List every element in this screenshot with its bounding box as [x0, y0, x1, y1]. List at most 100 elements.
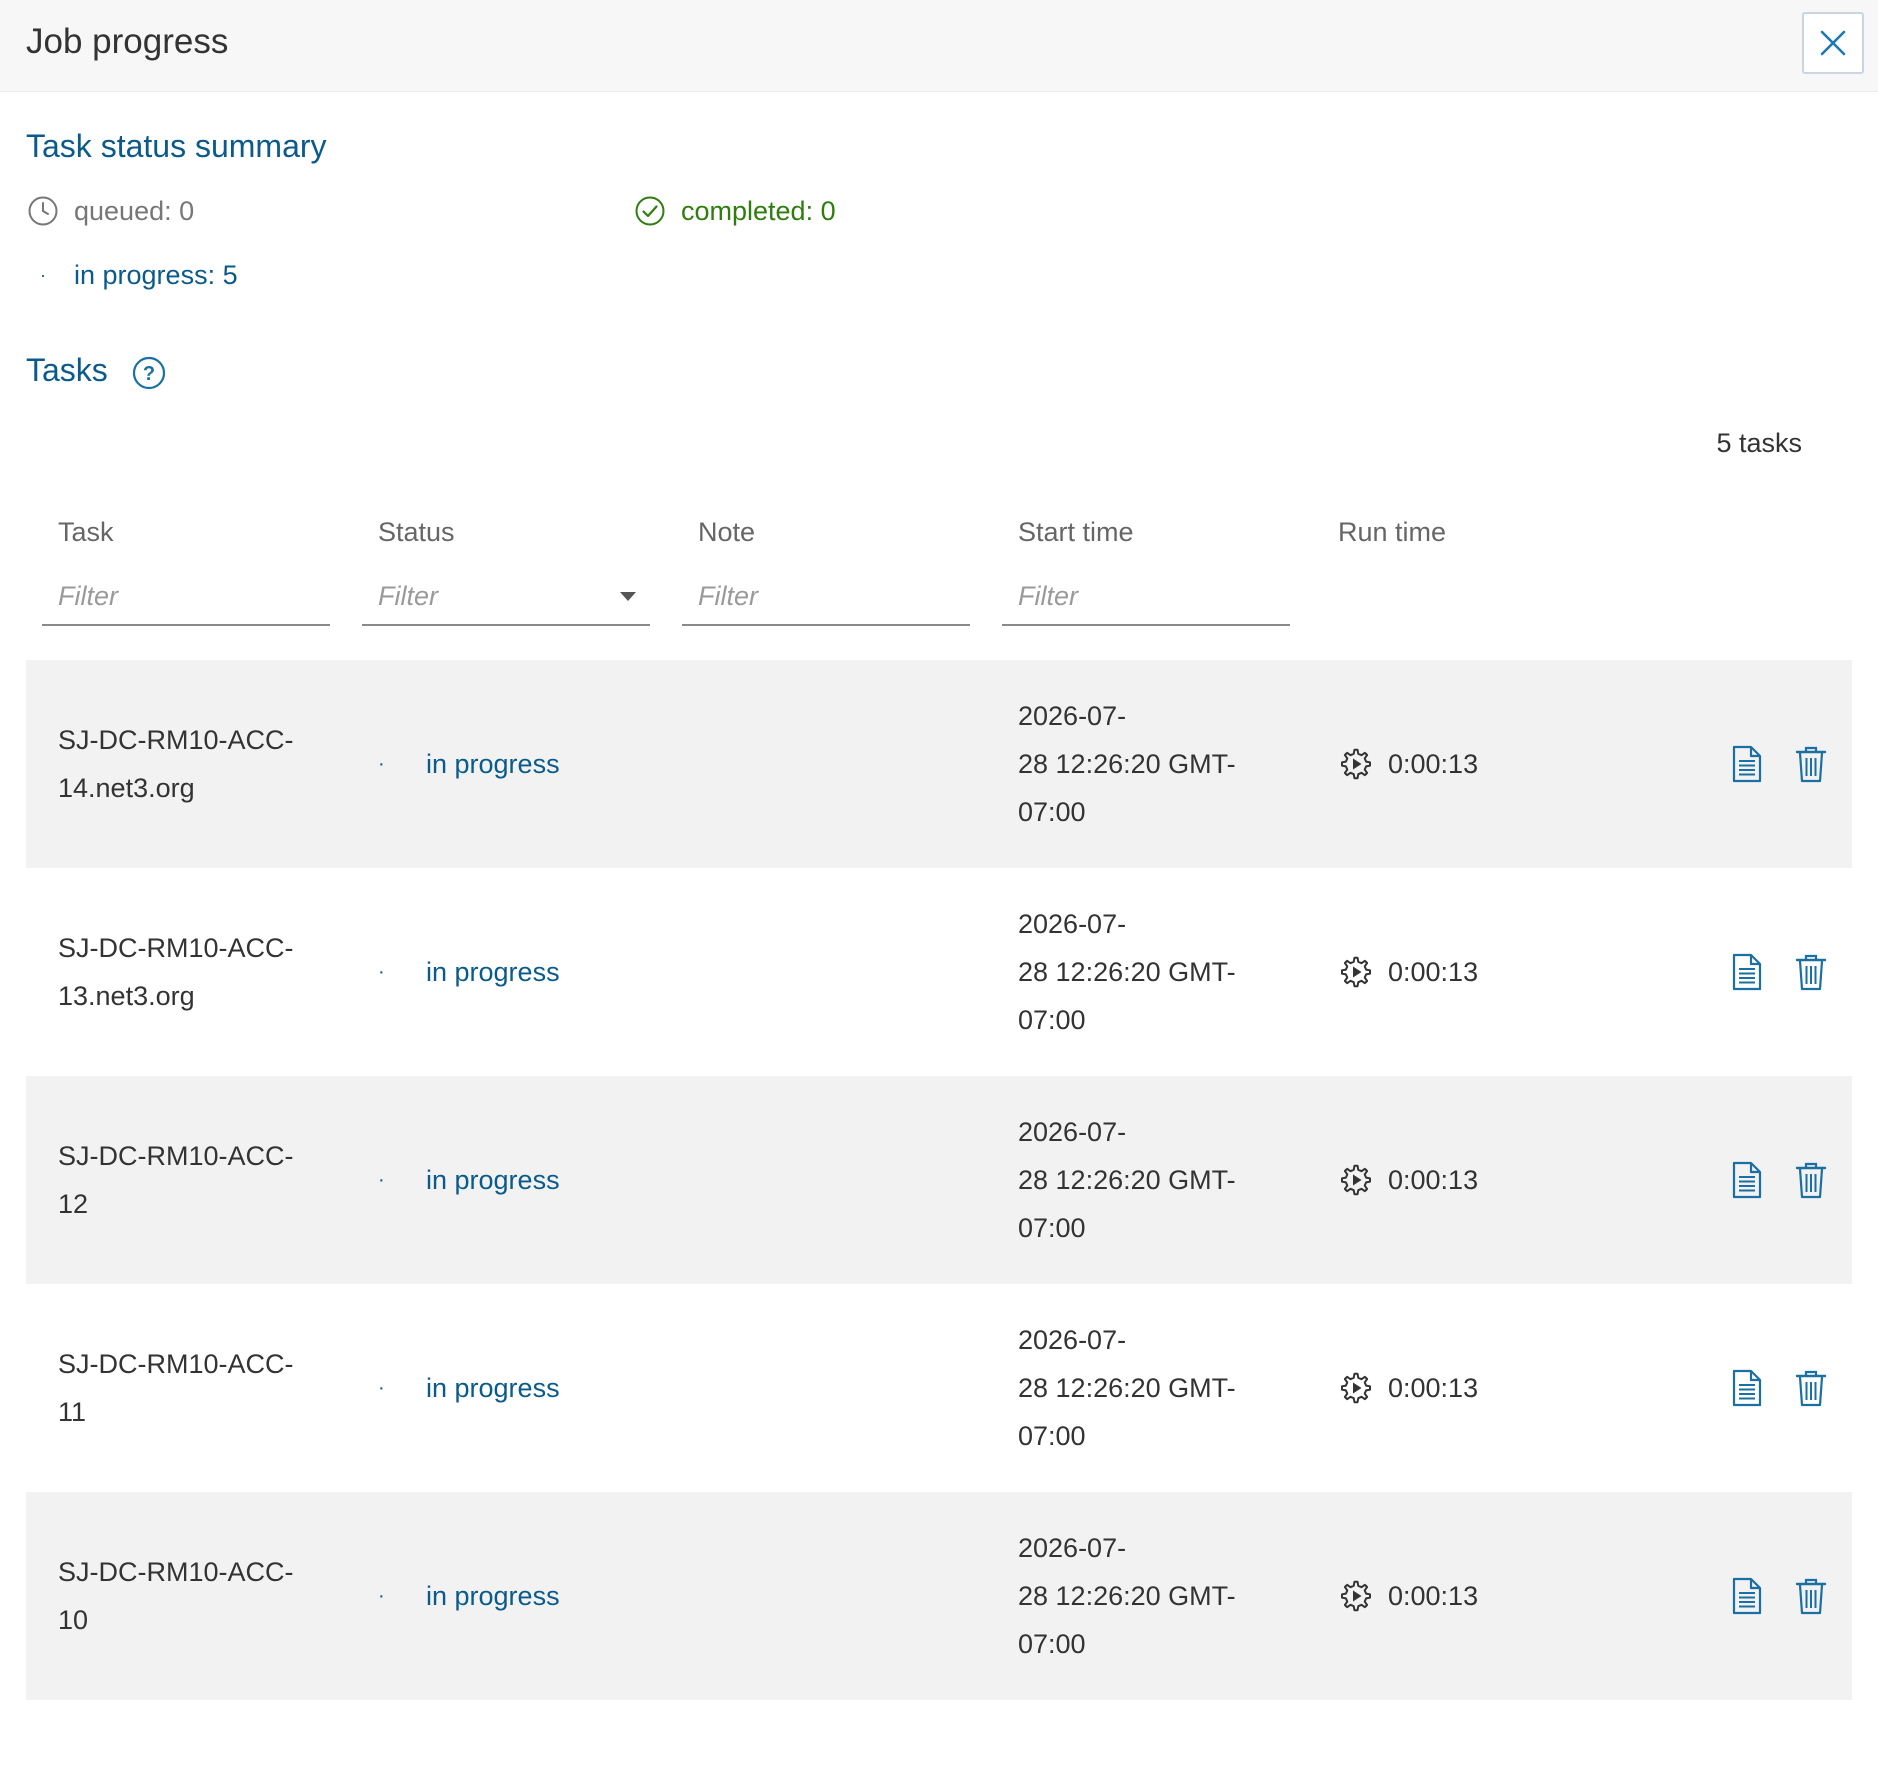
task-run-time: 0:00:13	[1338, 1364, 1478, 1412]
table-row: SJ-DC-RM10-ACC- 12 · in progress 2026-07…	[26, 1076, 1852, 1284]
task-status: in progress	[426, 1373, 560, 1403]
note-filter-input[interactable]	[682, 574, 970, 618]
task-name: SJ-DC-RM10-ACC- 11	[58, 1340, 318, 1436]
start-time-line: 07:00	[1018, 1005, 1086, 1035]
status-filter[interactable]	[362, 574, 650, 626]
start-time-line: 28 12:26:20 GMT-	[1018, 1581, 1236, 1611]
task-start-time: 2026-07- 28 12:26:20 GMT- 07:00	[1018, 692, 1258, 836]
task-name-line: 11	[58, 1397, 87, 1427]
task-name-line: 14.net3.org	[58, 773, 195, 803]
tasks-title: Tasks	[26, 352, 108, 388]
table-row: SJ-DC-RM10-ACC- 10 · in progress 2026-07…	[26, 1492, 1852, 1700]
note-filter	[682, 574, 970, 626]
gear-play-icon	[1341, 748, 1371, 780]
start-time-line: 28 12:26:20 GMT-	[1018, 1373, 1236, 1403]
column-header-start-time[interactable]: Start time	[1018, 517, 1134, 548]
task-filter	[42, 574, 330, 626]
status-dot-icon: ·	[378, 753, 385, 775]
trash-icon[interactable]	[1794, 745, 1828, 783]
status-filter-input[interactable]	[362, 574, 650, 618]
start-time-line: 07:00	[1018, 1629, 1086, 1659]
start-time-filter-input[interactable]	[1002, 574, 1290, 618]
log-document-icon[interactable]	[1730, 1161, 1764, 1199]
task-name-line: 10	[58, 1605, 89, 1635]
table-row: SJ-DC-RM10-ACC- 14.net3.org · in progres…	[26, 660, 1852, 868]
trash-icon[interactable]	[1794, 1161, 1828, 1199]
task-name-line: SJ-DC-RM10-ACC-	[58, 1349, 294, 1379]
task-name: SJ-DC-RM10-ACC- 13.net3.org	[58, 924, 318, 1020]
task-name-line: SJ-DC-RM10-ACC-	[58, 1557, 294, 1587]
chevron-down-icon[interactable]	[620, 592, 636, 601]
task-table-body: SJ-DC-RM10-ACC- 14.net3.org · in progres…	[26, 660, 1852, 1700]
svg-text:?: ?	[143, 363, 155, 385]
run-time-value: 0:00:13	[1388, 1165, 1479, 1195]
task-name-line: SJ-DC-RM10-ACC-	[58, 1141, 294, 1171]
task-filter-input[interactable]	[42, 574, 330, 618]
column-header-task[interactable]: Task	[58, 517, 114, 548]
task-count: 5 tasks	[1716, 428, 1802, 458]
gear-play-icon	[1341, 1164, 1371, 1196]
task-name-line: SJ-DC-RM10-ACC-	[58, 725, 294, 755]
task-run-time: 0:00:13	[1338, 948, 1478, 996]
run-time-value: 0:00:13	[1388, 1581, 1479, 1611]
column-header-run-time[interactable]: Run time	[1338, 517, 1446, 548]
task-status: in progress	[426, 749, 560, 779]
task-run-time: 0:00:13	[1338, 1156, 1478, 1204]
summary-completed: completed: 0	[633, 194, 836, 228]
gear-play-icon	[1341, 1372, 1371, 1404]
start-time-line: 07:00	[1018, 1213, 1086, 1243]
gear-play-icon	[1341, 1580, 1371, 1612]
status-dot-icon: ·	[378, 1169, 385, 1191]
close-icon	[1820, 30, 1846, 56]
status-dot-icon: ·	[378, 961, 385, 983]
task-name-line: SJ-DC-RM10-ACC-	[58, 933, 294, 963]
task-start-time: 2026-07- 28 12:26:20 GMT- 07:00	[1018, 900, 1258, 1044]
column-header-status[interactable]: Status	[378, 517, 455, 548]
start-time-filter	[1002, 574, 1290, 626]
start-time-line: 2026-07-	[1018, 909, 1127, 939]
table-row: SJ-DC-RM10-ACC- 11 · in progress 2026-07…	[26, 1284, 1852, 1492]
trash-icon[interactable]	[1794, 953, 1828, 991]
log-document-icon[interactable]	[1730, 1577, 1764, 1615]
run-time-value: 0:00:13	[1388, 749, 1479, 779]
status-dot-icon: ·	[378, 1377, 385, 1399]
start-time-line: 28 12:26:20 GMT-	[1018, 1165, 1236, 1195]
in-progress-dot-icon: ·	[40, 264, 46, 285]
start-time-line: 2026-07-	[1018, 1325, 1127, 1355]
dialog-header: Job progress	[0, 0, 1878, 92]
gear-play-icon	[1341, 956, 1371, 988]
dialog-title: Job progress	[26, 22, 229, 61]
start-time-line: 28 12:26:20 GMT-	[1018, 749, 1236, 779]
table-row: SJ-DC-RM10-ACC- 13.net3.org · in progres…	[26, 868, 1852, 1076]
start-time-line: 2026-07-	[1018, 1117, 1127, 1147]
task-run-time: 0:00:13	[1338, 740, 1478, 788]
task-name: SJ-DC-RM10-ACC- 14.net3.org	[58, 716, 318, 812]
column-header-note[interactable]: Note	[698, 517, 755, 548]
check-circle-icon	[633, 194, 667, 228]
summary-in-progress: · in progress: 5	[26, 258, 238, 292]
close-button[interactable]	[1802, 12, 1864, 74]
task-name-line: 12	[58, 1189, 89, 1219]
help-icon[interactable]: ?	[132, 356, 166, 390]
queued-label: queued: 0	[74, 195, 195, 226]
trash-icon[interactable]	[1794, 1577, 1828, 1615]
trash-icon[interactable]	[1794, 1369, 1828, 1407]
task-start-time: 2026-07- 28 12:26:20 GMT- 07:00	[1018, 1316, 1258, 1460]
start-time-line: 07:00	[1018, 797, 1086, 827]
summary-queued: queued: 0	[26, 194, 194, 228]
run-time-value: 0:00:13	[1388, 1373, 1479, 1403]
task-name: SJ-DC-RM10-ACC- 10	[58, 1548, 318, 1644]
log-document-icon[interactable]	[1730, 745, 1764, 783]
task-status: in progress	[426, 1165, 560, 1195]
task-status: in progress	[426, 1581, 560, 1611]
log-document-icon[interactable]	[1730, 953, 1764, 991]
status-dot-icon: ·	[378, 1585, 385, 1607]
task-name: SJ-DC-RM10-ACC- 12	[58, 1132, 318, 1228]
start-time-line: 28 12:26:20 GMT-	[1018, 957, 1236, 987]
log-document-icon[interactable]	[1730, 1369, 1764, 1407]
clock-icon	[26, 194, 60, 228]
task-status: in progress	[426, 957, 560, 987]
task-name-line: 13.net3.org	[58, 981, 195, 1011]
task-run-time: 0:00:13	[1338, 1572, 1478, 1620]
start-time-line: 07:00	[1018, 1421, 1086, 1451]
